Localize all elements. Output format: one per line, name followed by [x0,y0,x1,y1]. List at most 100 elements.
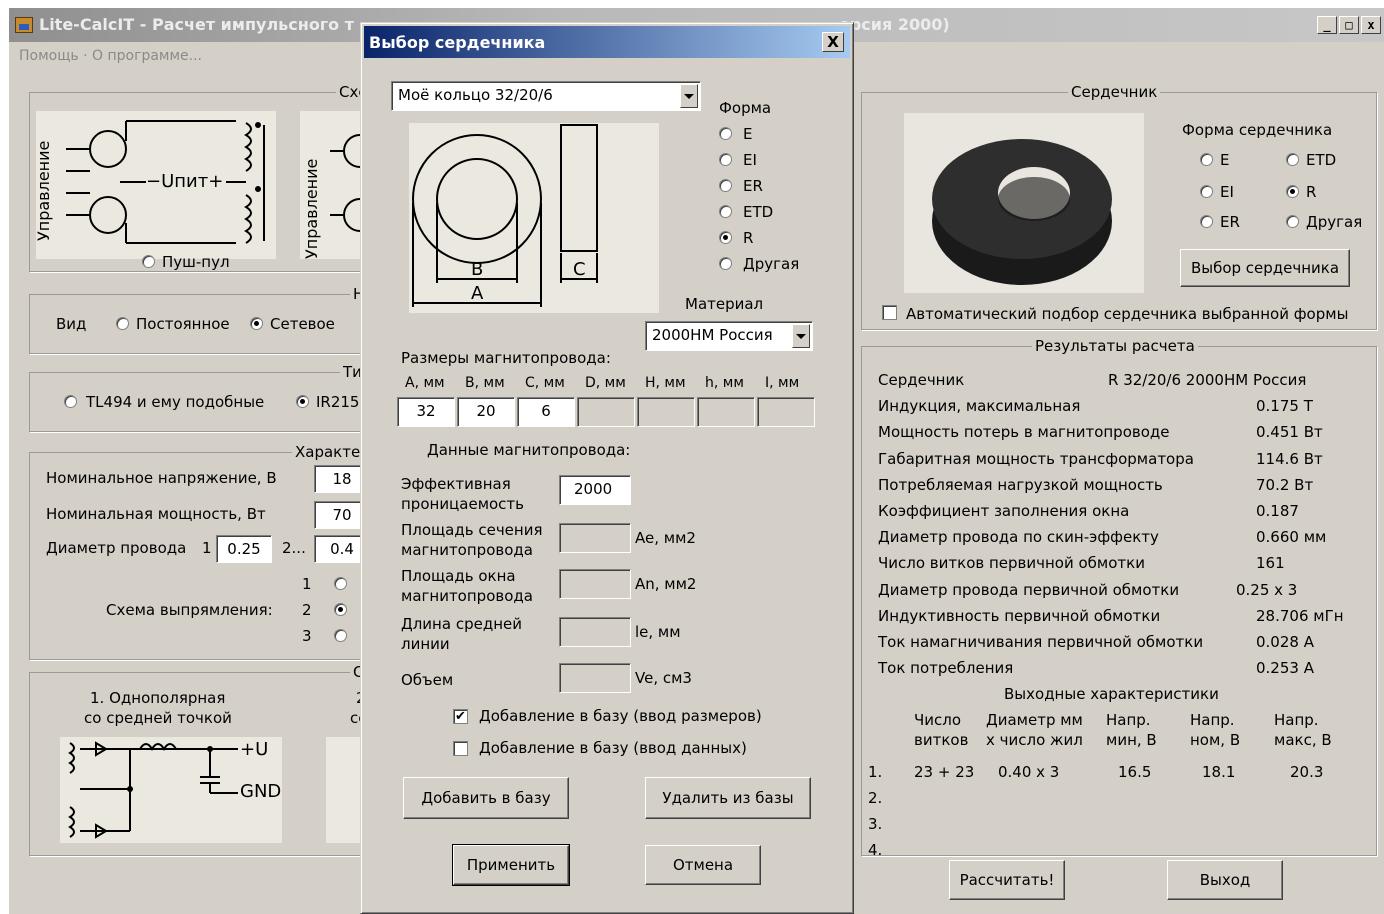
core-shape-r-radio[interactable] [1286,185,1299,198]
type-ir-radio[interactable] [296,395,309,408]
cancel-button[interactable]: Отмена [645,845,761,885]
material-combo[interactable]: 2000НМ Россия [645,321,813,351]
char-caption: Характе [292,443,364,461]
result-value-4: 70.2 Вт [1256,475,1314,494]
length-input[interactable] [559,617,631,647]
output-header-2-line2: мин, В [1106,731,1157,749]
upit-label: −Uпит+ [146,171,224,192]
chevron-down-icon[interactable] [792,324,810,348]
output-row-0-vnom: 18.1 [1202,763,1236,781]
exit-button[interactable]: Выход [1167,860,1283,900]
maximize-button[interactable]: □ [1339,16,1359,34]
delete-from-db-button[interactable]: Удалить из базы [645,777,811,819]
size-input-3[interactable] [577,397,635,427]
core-select-button[interactable]: Выбор сердечника [1180,249,1350,287]
size-input-5[interactable] [697,397,755,427]
result-value-6: 0.660 мм [1256,528,1327,547]
core-shape-e-label: E [1220,151,1230,169]
rectifier-option-2-radio[interactable] [334,603,347,616]
result-label-7: Число витков первичной обмотки [878,554,1145,573]
rectifier-option-1-radio[interactable] [334,577,347,590]
main-title-tail: ерсия 2000) [839,15,950,34]
size-header-1: B, мм [465,375,505,391]
permeability-input[interactable]: 2000 [559,475,631,505]
shape-label-2: ER [743,177,763,195]
output-header-4-line1: Напр. [1274,711,1319,729]
auto-select-checkbox[interactable] [882,305,897,320]
size-input-4[interactable] [637,397,695,427]
add-to-db-button[interactable]: Добавить в базу [403,777,569,819]
output-header-4-line2: макс, В [1274,731,1332,749]
size-input-2[interactable]: 6 [517,397,575,427]
control-label-1: Управление [34,140,53,241]
apply-button[interactable]: Применить [452,844,570,886]
shape-radio-3[interactable] [719,205,732,218]
result-label-9: Индуктивность первичной обмотки [878,606,1161,625]
wire-from-input[interactable]: 0.25 [216,535,272,563]
controller-type-group: Ти TL494 и ему подобные IR215 [29,363,369,432]
add-sizes-checkbox[interactable]: ✔ [453,709,468,724]
add-data-checkbox[interactable] [453,741,468,756]
core-shape-er-radio[interactable] [1200,215,1213,228]
characteristics-group: Характе Номинальное напряжение, В 18 Ном… [29,443,370,660]
length-unit: le, мм [635,623,681,641]
output-row-0-wire: 0.40 x 3 [998,763,1060,781]
center-tap-rectifier-diagram: +U GND [60,737,282,843]
core-shape-r-label: R [1306,183,1317,201]
length-label-1: Длина средней [401,615,522,633]
chevron-down-icon[interactable] [680,84,698,108]
core-shape-ei-radio[interactable] [1200,185,1213,198]
result-label-10: Ток намагничивания первичной обмотки [878,633,1204,651]
core-shape-etd-radio[interactable] [1286,153,1299,166]
push-pull-diagram: −Uпит+ Управление [34,111,276,259]
volume-input[interactable] [559,663,631,693]
area-label-1: Площадь сечения [401,521,543,539]
window-unit: An, мм2 [635,575,697,593]
rectifier-option-2-label: 2 [302,601,312,619]
vid-mains-radio[interactable] [250,317,263,330]
scheme-group: Схе −Uпит+ Управление Управление Пуш-пул [29,83,377,272]
window-input[interactable] [559,569,631,599]
main-menu[interactable]: Помощь · О программе... [19,48,202,64]
dialog-close-button[interactable]: X [822,32,844,52]
dim-b-label: B [471,259,484,280]
core-shape-e-radio[interactable] [1200,153,1213,166]
close-window-button[interactable]: x [1361,16,1381,34]
toroid-core-icon [932,139,1112,285]
add-sizes-label: Добавление в базу (ввод размеров) [479,707,762,725]
vid-constant-radio[interactable] [116,317,129,330]
core-shape-other-radio[interactable] [1286,215,1299,228]
size-input-0[interactable]: 32 [397,397,455,427]
output-header-0-line1: Число [914,711,962,729]
area-input[interactable] [559,523,631,553]
output-header-2-line1: Напр. [1106,711,1151,729]
size-input-1[interactable]: 20 [457,397,515,427]
result-label-5: Коэффициент заполнения окна [878,502,1130,520]
sizes-caption: Размеры магнитопровода: [401,349,611,367]
type-tl494-radio[interactable] [64,395,77,408]
output-header-3-line2: ном, В [1190,731,1241,749]
rect-title-line2: со средней точкой [84,709,232,727]
result-label-1: Индукция, максимальная [878,397,1081,416]
shape-radio-0[interactable] [719,127,732,140]
shape-radio-5[interactable] [719,257,732,270]
push-pull-label: Пуш-пул [162,253,230,271]
shape-label-0: E [743,125,753,143]
window-label-2: магнитопровода [401,587,533,605]
size-input-6[interactable] [757,397,815,427]
core-select-combo[interactable]: Моё кольцо 32/20/6 [391,81,701,111]
calculate-button[interactable]: Рассчитать! [949,860,1065,900]
shape-label-4: R [743,229,754,247]
result-value-0: R 32/20/6 2000НМ Россия [1108,371,1307,389]
shape-radio-2[interactable] [719,179,732,192]
rectifier-option-3-radio[interactable] [334,629,347,642]
output-caption: Выходные характеристики [1004,685,1219,703]
volume-unit: Ve, см3 [635,669,692,687]
minimize-button[interactable]: _ [1317,16,1337,34]
control-label-2: Управление [302,158,321,259]
push-pull-radio[interactable] [142,255,155,268]
dim-a-label: A [471,283,484,304]
result-value-10: 0.028 А [1256,633,1314,651]
shape-radio-4[interactable] [719,231,732,244]
shape-radio-1[interactable] [719,153,732,166]
